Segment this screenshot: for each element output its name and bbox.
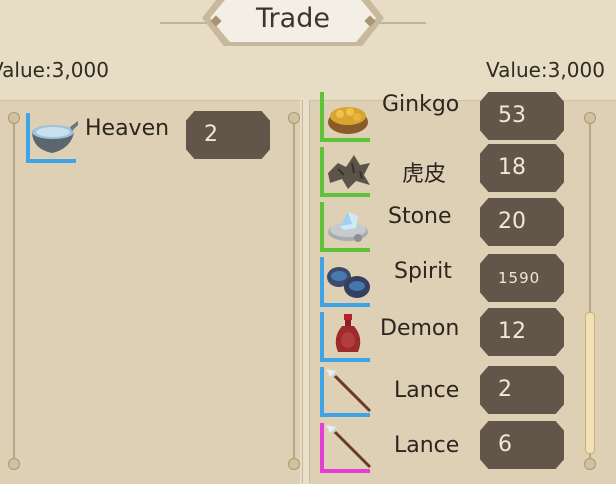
lance-icon bbox=[320, 423, 372, 473]
item-name: Stone bbox=[388, 204, 452, 229]
bowl-icon bbox=[26, 113, 78, 163]
left-scroll-cap-top bbox=[8, 112, 20, 124]
quantity-value: 2 bbox=[204, 122, 218, 147]
right-scroll-thumb[interactable] bbox=[585, 312, 595, 454]
quantity-value: 2 bbox=[498, 377, 512, 402]
right-scroll-cap-bottom bbox=[584, 458, 596, 470]
left-panel-edge-cap-top bbox=[288, 112, 300, 124]
quantity-box[interactable]: 6 bbox=[480, 421, 564, 469]
lance-icon bbox=[320, 367, 372, 417]
item-name: Heaven bbox=[85, 116, 170, 141]
quantity-box[interactable]: 2 bbox=[480, 366, 564, 414]
left-panel-edge-cap-bottom bbox=[288, 458, 300, 470]
item-name: Lance bbox=[394, 378, 460, 403]
quantity-box[interactable]: 12 bbox=[480, 308, 564, 356]
quantity-value: 20 bbox=[498, 209, 526, 234]
left-scroll-track bbox=[13, 124, 15, 462]
quantity-box[interactable]: 2 bbox=[186, 111, 270, 159]
quantity-box[interactable]: 53 bbox=[480, 92, 564, 140]
title-bar: Trade bbox=[0, 0, 616, 48]
left-panel-edge-track bbox=[293, 124, 295, 462]
left-value-label: Value:3,000 bbox=[0, 58, 109, 82]
stone-icon bbox=[320, 202, 370, 252]
item-name: Spirit bbox=[394, 259, 452, 284]
item-name: Lance bbox=[394, 433, 460, 458]
left-scroll-cap-bottom bbox=[8, 458, 20, 470]
quantity-box[interactable]: 18 bbox=[480, 144, 564, 192]
quantity-value: 53 bbox=[498, 103, 526, 128]
spirit-stone-icon bbox=[320, 257, 370, 307]
tiger-pelt-icon bbox=[320, 147, 370, 197]
quantity-value: 18 bbox=[498, 155, 526, 180]
right-scroll-cap-top bbox=[584, 112, 596, 124]
ginkgo-basket-icon bbox=[320, 92, 370, 142]
quantity-box[interactable]: 1590 bbox=[480, 254, 564, 302]
quantity-value: 1590 bbox=[498, 269, 541, 287]
item-name: 虎皮 bbox=[402, 162, 447, 187]
quantity-value: 6 bbox=[498, 432, 512, 457]
item-name: Ginkgo bbox=[382, 92, 460, 117]
vase-icon bbox=[320, 312, 370, 362]
item-name: Demon bbox=[380, 316, 460, 341]
quantity-box[interactable]: 20 bbox=[480, 198, 564, 246]
page-title: Trade bbox=[256, 3, 330, 34]
panel-divider bbox=[302, 100, 310, 483]
right-value-label: Value:3,000 bbox=[486, 58, 605, 82]
quantity-value: 12 bbox=[498, 319, 526, 344]
